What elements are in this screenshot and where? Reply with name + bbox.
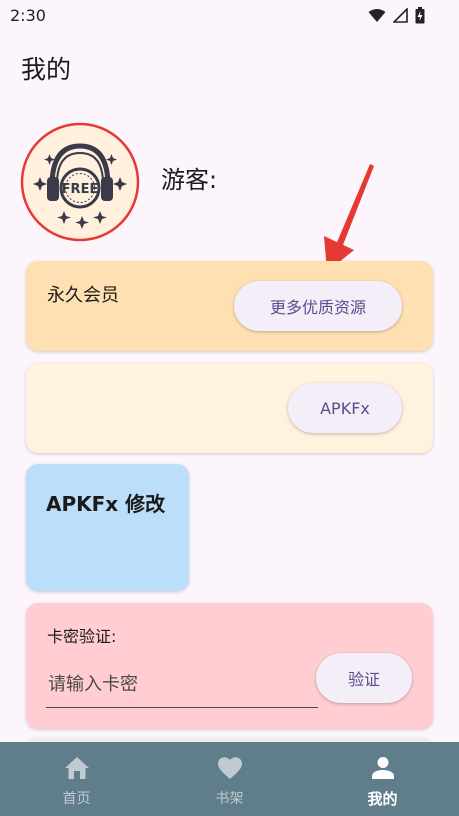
nav-item-mine[interactable]: 我的 [306, 742, 459, 816]
card-key-input[interactable] [46, 661, 318, 708]
status-icons [368, 7, 425, 28]
card-key-label: 卡密验证: [47, 627, 117, 646]
heart-icon [216, 754, 244, 782]
wifi-icon [368, 8, 386, 27]
nav-item-bookshelf[interactable]: 书架 [153, 742, 306, 816]
nav-label-mine: 我的 [367, 790, 398, 808]
apkfx-card: APKFx [26, 363, 433, 453]
bottom-nav: 首页 书架 我的 [0, 742, 459, 816]
avatar[interactable]: FREE [20, 122, 140, 242]
status-time: 2:30 [10, 6, 46, 25]
mod-card-title: APKFx 修改 [46, 492, 166, 516]
username: 游客: [161, 166, 218, 194]
avatar-badge-text: FREE [62, 182, 99, 197]
vip-card: 永久会员 更多优质资源 [26, 261, 433, 351]
nav-label-bookshelf: 书架 [215, 791, 244, 807]
page-title: 我的 [21, 55, 72, 84]
profile-screen: 2:30 我的 FREE 游客: 永久会员 更多优质资源 APKFx APKFx… [0, 0, 459, 816]
nav-item-home[interactable]: 首页 [0, 742, 153, 816]
status-bar: 2:30 [0, 0, 459, 32]
battery-icon [415, 7, 425, 28]
apkfx-mod-card[interactable]: APKFx 修改 [26, 464, 189, 591]
home-icon [63, 754, 91, 782]
signal-icon [392, 7, 408, 27]
nav-label-home: 首页 [62, 791, 91, 807]
apkfx-button[interactable]: APKFx [288, 383, 402, 433]
card-key-card: 卡密验证: 验证 [26, 603, 433, 729]
person-icon [369, 754, 397, 782]
vip-label: 永久会员 [47, 285, 119, 306]
annotation-arrow [318, 160, 378, 276]
verify-button[interactable]: 验证 [316, 653, 412, 703]
more-resources-button[interactable]: 更多优质资源 [234, 281, 402, 331]
